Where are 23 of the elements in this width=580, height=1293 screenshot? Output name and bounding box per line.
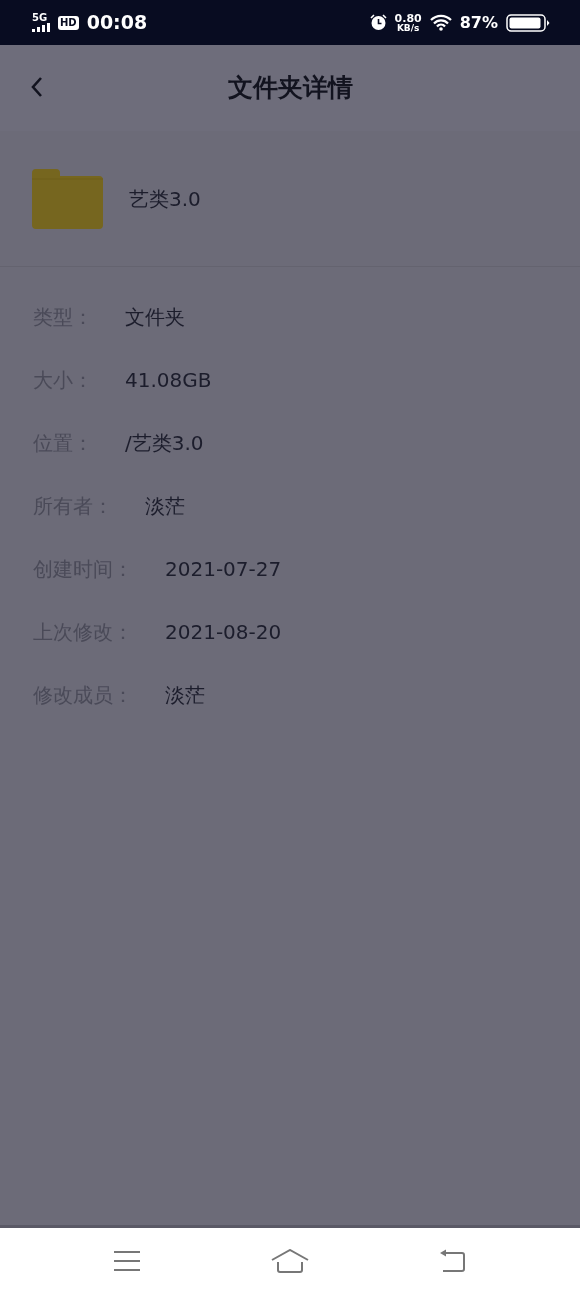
detail-value: 文件夹 [125, 303, 185, 331]
detail-value: 2021-08-20 [165, 618, 282, 646]
home-icon[interactable] [271, 1248, 309, 1273]
network-speed: 0.80 [394, 12, 422, 24]
network-type: 5G [32, 13, 49, 23]
alarm-clock-icon [369, 14, 387, 31]
speed-unit: KB/s [396, 23, 420, 33]
back-icon[interactable] [439, 1248, 467, 1273]
detail-value: 淡茫 [165, 681, 205, 709]
detail-value: /艺类3.0 [125, 429, 204, 457]
detail-value: 淡茫 [145, 492, 185, 520]
clock-time: 00:08 [86, 10, 148, 36]
wifi-icon [429, 14, 452, 31]
detail-value: 41.08GB [125, 366, 212, 394]
folder-icon [32, 168, 103, 229]
detail-value: 2021-07-27 [165, 555, 282, 583]
back-icon[interactable] [30, 76, 44, 98]
folder-name: 艺类3.0 [129, 185, 201, 213]
battery-percentage: 87% [459, 11, 498, 34]
hd-badge: HD [58, 15, 79, 30]
menu-icon[interactable] [113, 1249, 141, 1272]
battery-icon [506, 13, 550, 32]
page-title: 文件夹详情 [227, 72, 353, 105]
